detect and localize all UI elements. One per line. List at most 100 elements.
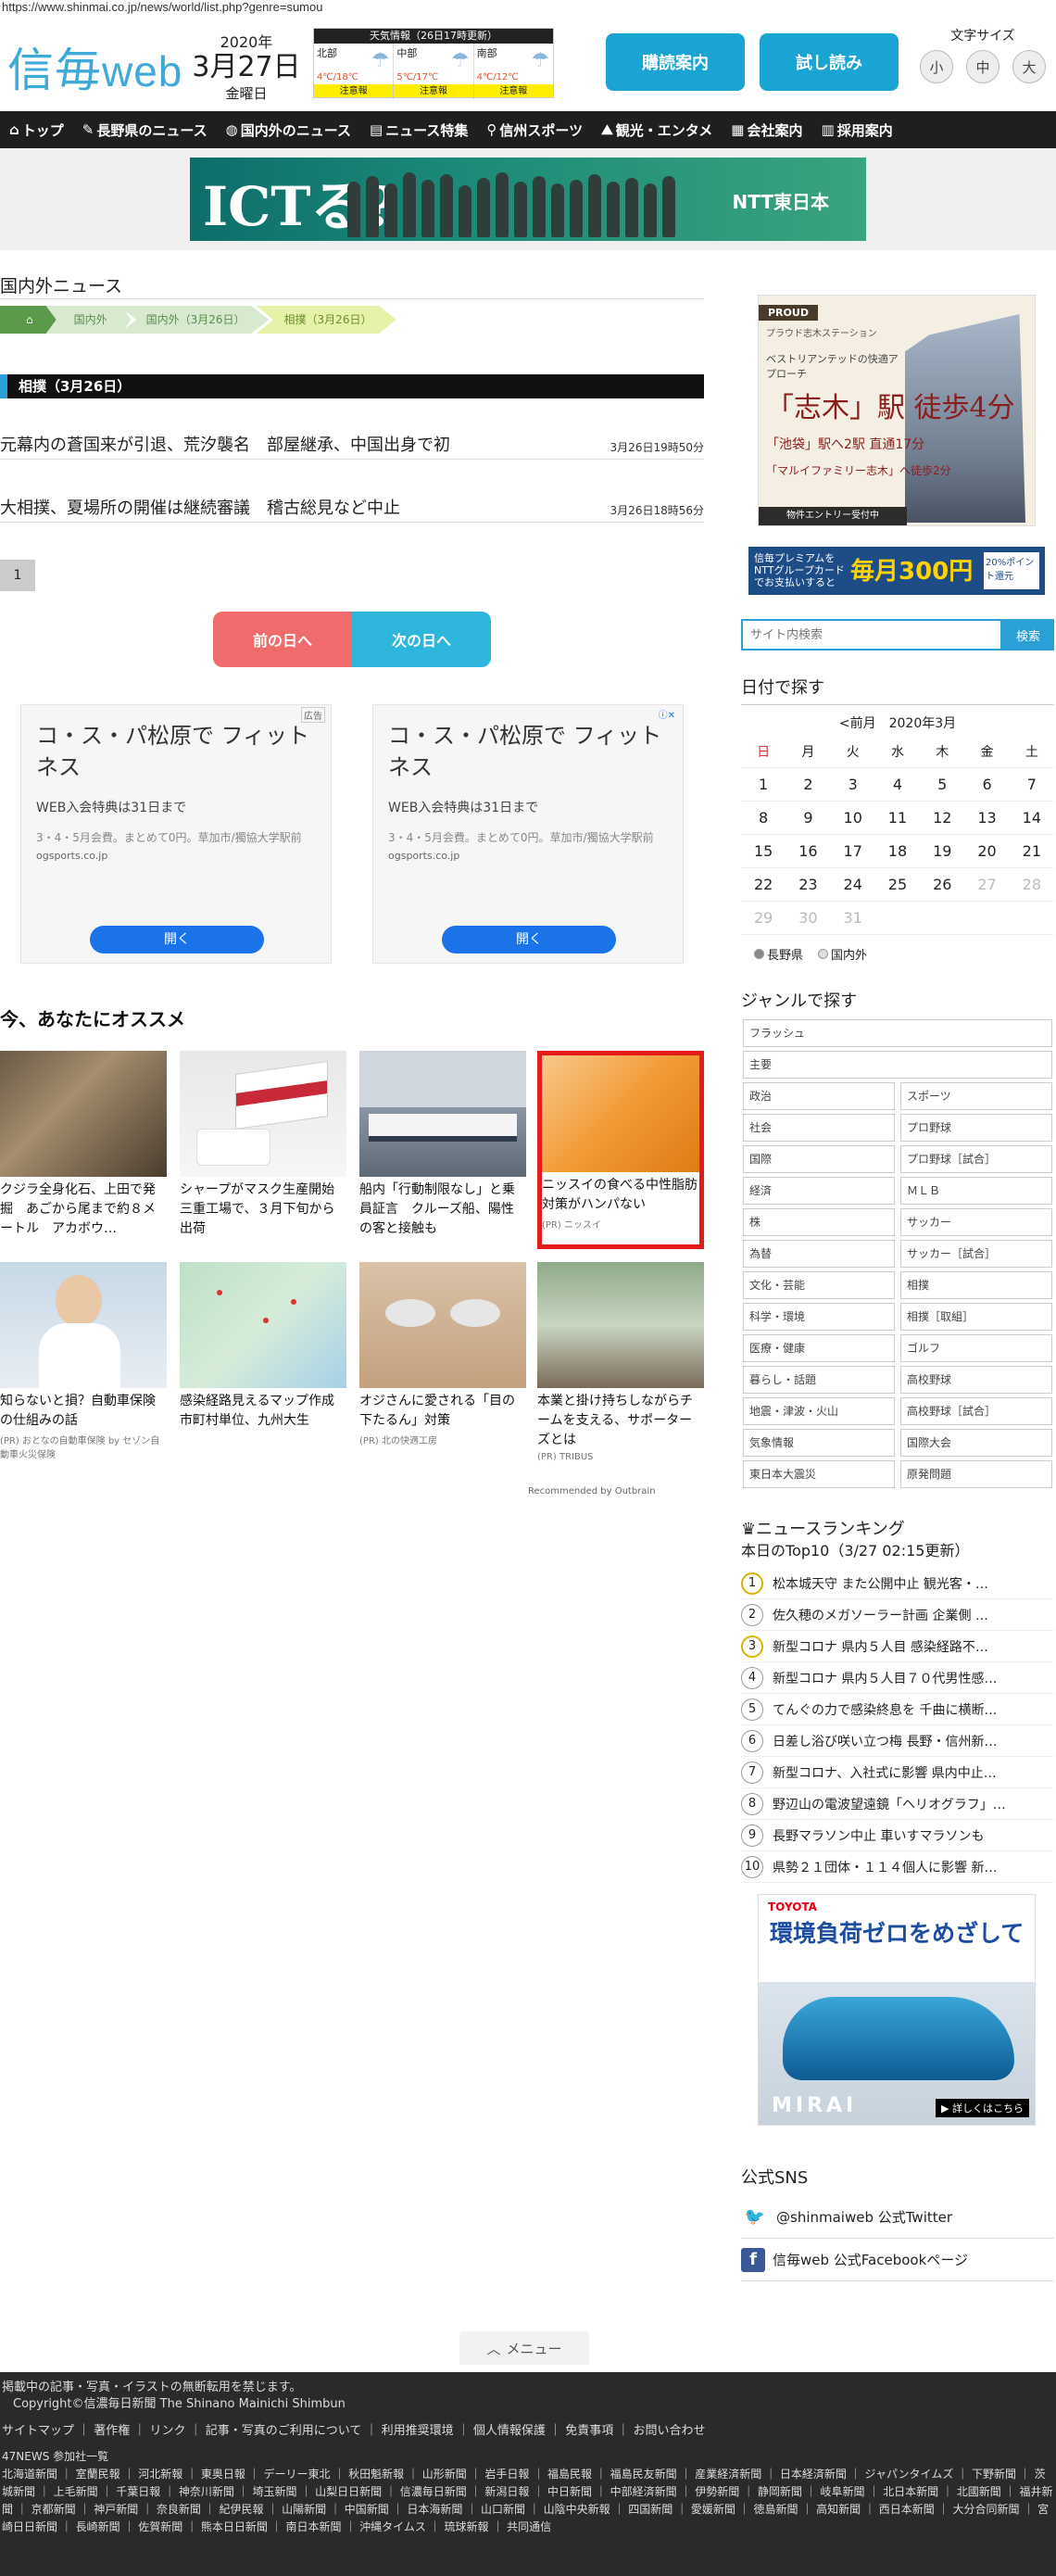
calendar-day[interactable]: 21 [1009, 834, 1054, 868]
calendar-day[interactable]: 10 [830, 801, 875, 835]
calendar-day[interactable]: 19 [920, 834, 965, 868]
calendar-day[interactable]: 9 [786, 801, 831, 835]
genre-item[interactable]: 東日本大震災 [743, 1460, 895, 1488]
genre-item[interactable]: 相撲［取組］ [900, 1303, 1052, 1331]
recommend-caption[interactable]: 船内「行動制限なし」と乗員証言 クルーズ船、陽性の客と接触も [359, 1181, 526, 1239]
calendar-day[interactable]: 23 [786, 867, 831, 902]
ranking-item[interactable]: 10 県勢２１団体・１１４個人に影響 新… [741, 1851, 1054, 1883]
calendar-day[interactable]: 12 [920, 801, 965, 835]
article-row[interactable]: 大相撲、夏場所の開催は継続審議 稽古総見など中止 3月26日18時56分 [0, 491, 704, 523]
calendar-day[interactable]: 8 [741, 801, 786, 835]
nav-item-features[interactable]: ▤ ニュース特集 [360, 120, 477, 140]
ranking-item[interactable]: 1 松本城天守 また公開中止 観光客・… [741, 1568, 1054, 1599]
recommend-caption[interactable]: オジさんに愛される「目の下たるん」対策 [359, 1392, 526, 1431]
next-day-button[interactable]: 次の日へ [352, 612, 491, 667]
genre-item[interactable]: 暮らし・話題 [743, 1366, 895, 1394]
facebook-link[interactable]: f 信毎web 公式Facebookページ [741, 2239, 1054, 2281]
genre-item[interactable]: 国際大会 [900, 1429, 1052, 1457]
calendar-day[interactable]: 6 [964, 767, 1010, 802]
breadcrumb-item[interactable]: 国内外 [45, 306, 132, 334]
calendar-day[interactable]: 3 [830, 767, 875, 802]
genre-item[interactable]: 原発問題 [900, 1460, 1052, 1488]
article-row[interactable]: 元幕内の蒼国来が引退、荒汐襲名 部屋継承、中国出身で初 3月26日19時50分 [0, 428, 704, 460]
ranking-item[interactable]: 6 日差し浴び咲い立つ梅 長野・信州新… [741, 1725, 1054, 1757]
genre-item[interactable]: プロ野球 [900, 1114, 1052, 1142]
genre-item[interactable]: 気象情報 [743, 1429, 895, 1457]
pagination-page[interactable]: 1 [0, 560, 35, 591]
recommend-caption[interactable]: クジラ全身化石、上田で発掘 あごから尾まで約８メートル アカボウ… [0, 1181, 167, 1239]
nav-item-world[interactable]: ◍ 国内外のニュース [217, 120, 360, 140]
genre-item[interactable]: サッカー [900, 1208, 1052, 1236]
adchoices-icon[interactable]: ⓘ✕ [657, 707, 677, 721]
font-size-large-button[interactable]: 大 [1012, 50, 1046, 83]
font-size-small-button[interactable]: 小 [920, 50, 953, 83]
recommend-caption[interactable]: ニッスイの食べる中性脂肪対策がハンパない [542, 1176, 699, 1215]
recommend-card-sponsored[interactable]: 本業と掛け持ちしながらチームを支える、サポーターズとは (PR) TRIBUS [537, 1262, 704, 1462]
calendar-day[interactable]: 24 [830, 867, 875, 902]
calendar-day[interactable]: 11 [874, 801, 921, 835]
genre-item[interactable]: ゴルフ [900, 1334, 1052, 1362]
genre-item[interactable]: 相撲 [900, 1271, 1052, 1299]
genre-item[interactable]: サッカー［試合］ [900, 1240, 1052, 1268]
genre-item[interactable]: プロ野球［試合］ [900, 1145, 1052, 1173]
recommend-card[interactable]: 船内「行動制限なし」と乗員証言 クルーズ船、陽性の客と接触も [359, 1051, 526, 1239]
article-title[interactable]: 元幕内の蒼国来が引退、荒汐襲名 部屋継承、中国出身で初 [0, 432, 450, 456]
footer-links[interactable]: サイトマップ ｜ 著作権 ｜ リンク ｜ 記事・写真のご利用について ｜ 利用推… [2, 2422, 1054, 2441]
genre-item[interactable]: 医療・健康 [743, 1334, 895, 1362]
genre-item[interactable]: ＭＬＢ [900, 1177, 1052, 1205]
calendar-day[interactable]: 16 [786, 834, 831, 868]
ranking-item[interactable]: 5 てんぐの力で感染終息を 千曲に横断… [741, 1694, 1054, 1725]
recommend-card-sponsored[interactable]: オジさんに愛される「目の下たるん」対策 (PR) 北の快適工房 [359, 1262, 526, 1446]
calendar-day[interactable]: 15 [741, 834, 786, 868]
genre-item[interactable]: 科学・環境 [743, 1303, 895, 1331]
genre-item[interactable]: 政治 [743, 1082, 895, 1110]
ranking-item[interactable]: 2 佐久穂のメガソーラー計画 企業側 … [741, 1599, 1054, 1631]
font-size-medium-button[interactable]: 中 [966, 50, 999, 83]
recommend-card[interactable]: 感染経路見えるマップ作成 市町村単位、九州大生 [180, 1262, 347, 1431]
trial-button[interactable]: 試し読み [760, 33, 899, 91]
genre-item[interactable]: 国際 [743, 1145, 895, 1173]
ranking-item[interactable]: 9 長野マラソン中止 車いすマラソンも [741, 1820, 1054, 1851]
genre-item[interactable]: 経済 [743, 1177, 895, 1205]
genre-item[interactable]: 株 [743, 1208, 895, 1236]
ad-open-button[interactable]: 開く [90, 926, 264, 953]
nav-item-company[interactable]: ▦ 会社案内 [722, 120, 811, 140]
ad-tag[interactable]: 広告 [301, 707, 325, 723]
radio-nagano[interactable]: 長野県 [754, 945, 803, 963]
genre-item[interactable]: 為替 [743, 1240, 895, 1268]
calendar-day[interactable]: 25 [874, 867, 921, 902]
nav-item-sports[interactable]: ⚲ 信州スポーツ [477, 120, 592, 140]
nav-item-tourism[interactable]: ⛰ 観光・エンタメ [592, 120, 722, 140]
toyota-ad[interactable]: TOYOTA 環境負荷ゼロをめざして MIRAI ▶ 詳しくはこちら [758, 1894, 1036, 2126]
ranking-item[interactable]: 4 新型コロナ 県内５人目７０代男性感… [741, 1662, 1054, 1694]
fitness-ad[interactable]: ⓘ✕ コ・ス・パ松原で フィットネス WEB入会特典は31日まで 3・4・5月会… [372, 704, 684, 964]
ranking-item[interactable]: 3 新型コロナ 県内５人目 感染経路不… [741, 1631, 1054, 1662]
genre-item[interactable]: 文化・芸能 [743, 1271, 895, 1299]
prev-day-button[interactable]: 前の日へ [213, 612, 352, 667]
proud-ad[interactable]: PROUD プラウド志木ステーション ベストリアンテッドの快適アプローチ 「志木… [758, 295, 1036, 526]
calendar-day[interactable]: 26 [920, 867, 965, 902]
calendar-day[interactable]: 2 [786, 767, 831, 802]
recommend-card-sponsored[interactable]: 知らないと損？自動車保険の仕組みの話 (PR) おとなの自動車保険 by セゾン… [0, 1262, 167, 1460]
prev-month-link[interactable]: <前月 [839, 716, 876, 731]
fitness-ad[interactable]: 広告 コ・ス・パ松原で フィットネス WEB入会特典は31日まで 3・4・5月会… [20, 704, 332, 964]
nav-item-top[interactable]: ⌂ トップ [0, 120, 73, 140]
subscribe-button[interactable]: 購読案内 [606, 33, 745, 91]
menu-toggle[interactable]: ︿ メニュー [459, 2331, 589, 2365]
ranking-item[interactable]: 8 野辺山の電波望遠鏡「ヘリオグラフ」… [741, 1788, 1054, 1820]
calendar-day[interactable]: 13 [964, 801, 1010, 835]
genre-item[interactable]: 地震・津波・火山 [743, 1397, 895, 1425]
recommend-caption[interactable]: シャープがマスク生産開始 三重工場で、３月下旬から出荷 [180, 1181, 347, 1239]
recommend-caption[interactable]: 本業と掛け持ちしながらチームを支える、サポーターズとは [537, 1392, 704, 1450]
calendar-day[interactable]: 17 [830, 834, 875, 868]
genre-item[interactable]: 社会 [743, 1114, 895, 1142]
radio-world[interactable]: 国内外 [818, 945, 867, 963]
nav-item-recruit[interactable]: ▥ 採用案内 [812, 120, 902, 140]
site-logo[interactable]: 信毎web [7, 33, 182, 100]
genre-item[interactable]: 高校野球［試合］ [900, 1397, 1052, 1425]
calendar-day[interactable]: 4 [874, 767, 921, 802]
recommend-caption[interactable]: 知らないと損？自動車保険の仕組みの話 [0, 1392, 167, 1431]
twitter-link[interactable]: 🐦 @shinmaiweb 公式Twitter [741, 2196, 1054, 2239]
article-title[interactable]: 大相撲、夏場所の開催は継続審議 稽古総見など中止 [0, 495, 400, 519]
calendar-day[interactable]: 18 [874, 834, 921, 868]
